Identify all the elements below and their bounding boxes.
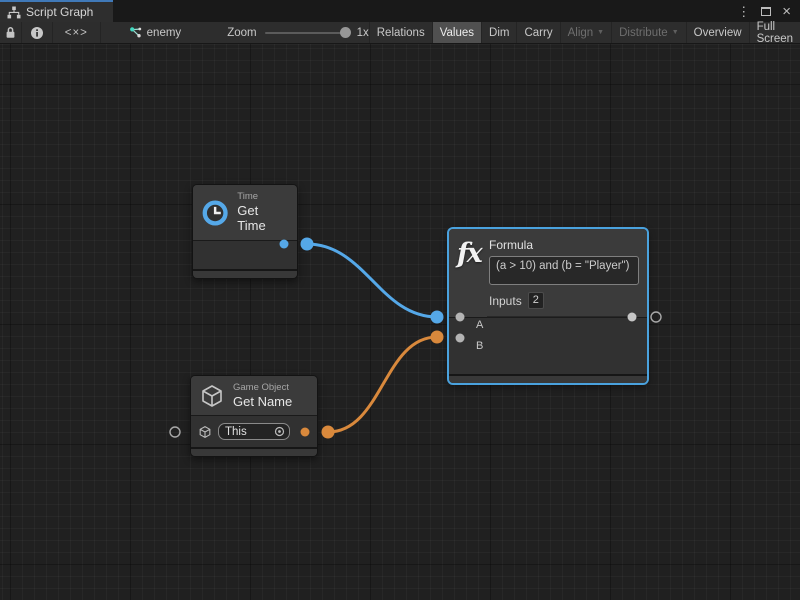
node-get-name[interactable]: Game Object Get Name This [190,375,318,457]
zoom-slider-handle[interactable] [340,27,351,38]
align-dropdown[interactable]: Align▼ [560,22,612,43]
graph-toolbar: <×> enemy Zoom 1x Relations Values Dim C… [0,22,800,44]
graph-icon [129,26,142,39]
node-subtitle: Game Object [233,382,292,394]
wire-endpoint[interactable] [322,426,335,439]
node-footer [193,269,297,278]
node-get-name-body: This [191,416,317,447]
zoom-value: 1x [357,27,369,39]
tab-title: Script Graph [26,5,93,19]
close-icon[interactable]: × [782,4,791,19]
code-preview-button[interactable]: <×> [53,22,101,43]
object-picker-icon[interactable] [274,426,285,437]
graph-name: enemy [147,27,182,39]
clock-icon [201,198,229,228]
node-title: Get Name [233,394,292,410]
chevron-down-icon: ▼ [597,29,604,36]
info-icon [30,26,44,40]
wire-endpoint[interactable] [431,311,444,324]
full-screen-button[interactable]: Full Screen [749,22,800,43]
node-footer [449,374,647,383]
maximize-icon[interactable] [761,7,771,16]
node-get-time-header: Time Get Time [193,185,297,241]
node-subtitle: Time [237,191,287,203]
window-menu-icon[interactable]: ⋮ [737,5,750,18]
formula-fx-icon: fx [457,238,489,267]
node-footer [191,447,317,456]
wire-endpoint[interactable] [431,331,444,344]
node-formula[interactable]: fx Formula (a > 10) and (b = "Player") I… [448,228,648,384]
lock-icon [5,26,16,39]
code-icon: <×> [65,27,88,39]
toolbar-toggles: Relations Values Dim Carry Align▼ Distri… [369,22,800,43]
node-get-name-header: Game Object Get Name [191,376,317,416]
wire-endpoint[interactable] [301,238,314,251]
target-object-value: This [225,426,274,438]
values-toggle[interactable]: Values [432,22,481,43]
node-formula-ports: A B [449,318,647,374]
formula-expression-input[interactable]: (a > 10) and (b = "Player") [489,256,639,285]
port-b-label: B [476,340,483,352]
zoom-control: Zoom 1x [227,22,369,43]
cube-icon [199,383,225,409]
window-titlebar: Script Graph ⋮ × [0,0,800,22]
script-graph-icon [7,6,21,19]
zoom-label: Zoom [227,27,256,39]
wire-time-to-formula-a[interactable] [307,244,437,317]
zoom-slider[interactable] [265,32,349,34]
cube-icon [198,425,212,439]
chevron-down-icon: ▼ [672,29,679,36]
tab-script-graph[interactable]: Script Graph [0,0,113,22]
node-get-time-body [193,241,297,269]
lock-button[interactable] [0,22,22,43]
target-object-field[interactable]: This [218,423,290,440]
inspect-button[interactable] [22,22,53,43]
node-title: Formula [489,238,639,252]
port-getname-target-input[interactable] [170,427,180,437]
window-controls: ⋮ × [737,0,800,22]
dim-toggle[interactable]: Dim [481,22,516,43]
port-a-label: A [476,319,483,331]
graph-breadcrumb[interactable]: enemy [123,22,188,43]
distribute-dropdown[interactable]: Distribute▼ [611,22,686,43]
inputs-label: Inputs [489,294,522,308]
wires-overlay [0,44,800,600]
node-title: Get Time [237,203,287,234]
port-formula-result-output[interactable] [651,312,661,322]
overview-button[interactable]: Overview [686,22,749,43]
wire-getname-to-formula-b[interactable] [328,337,437,432]
inputs-count-field[interactable]: 2 [528,292,544,309]
carry-toggle[interactable]: Carry [516,22,559,43]
relations-toggle[interactable]: Relations [369,22,432,43]
node-formula-header: fx Formula (a > 10) and (b = "Player") I… [449,229,647,318]
node-get-time[interactable]: Time Get Time [192,184,298,279]
graph-canvas[interactable]: Time Get Time Game Object Get Name This [0,44,800,600]
